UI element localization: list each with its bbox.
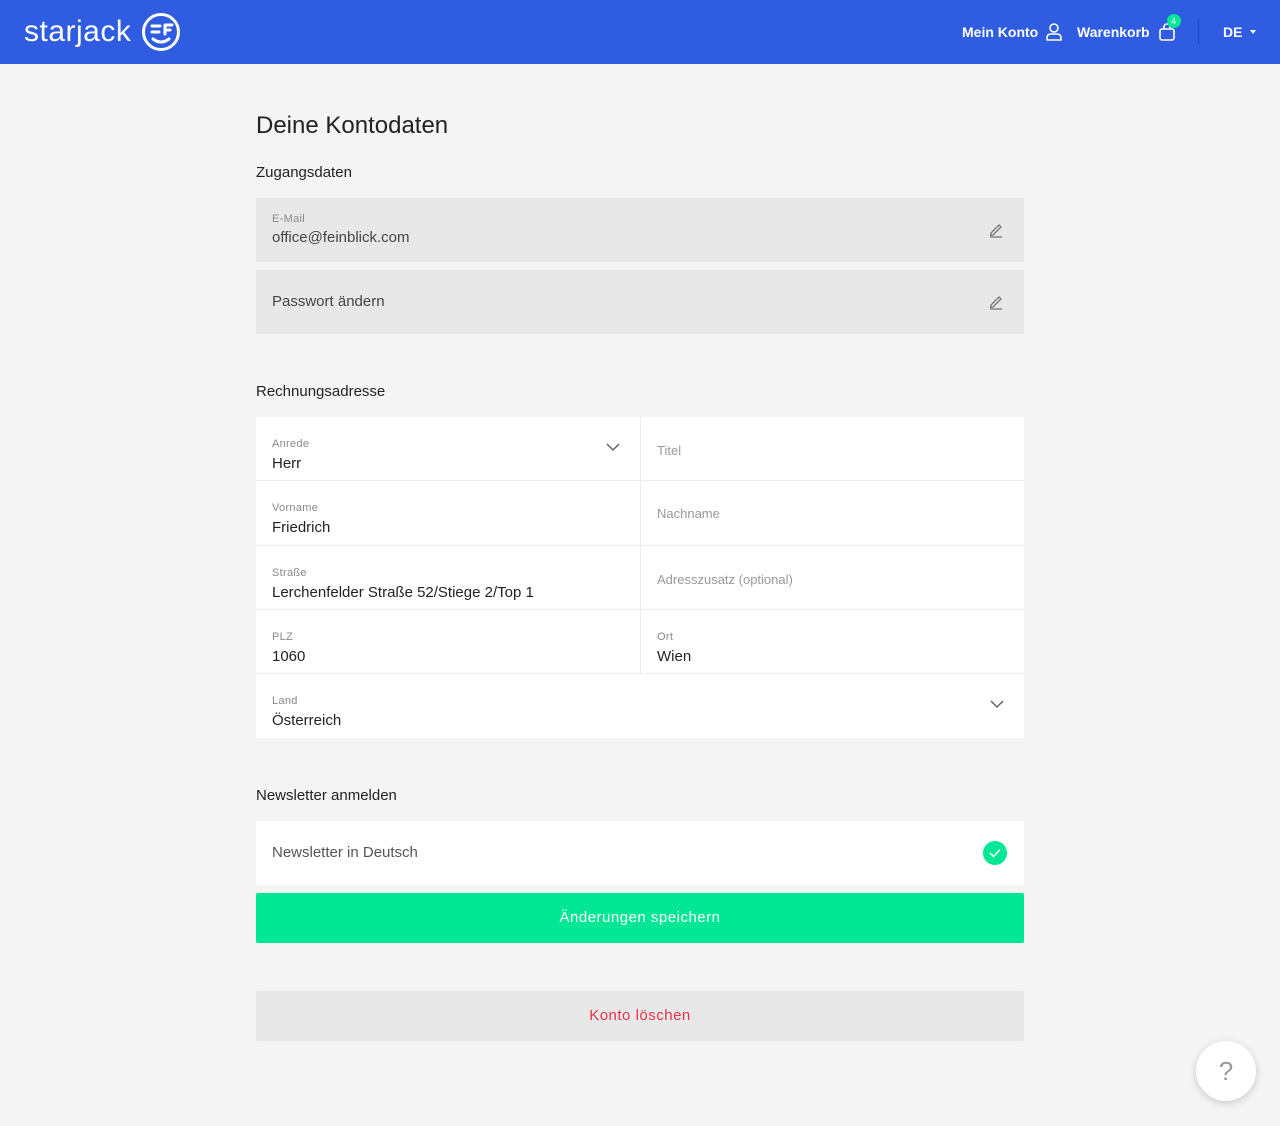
cart-count-badge: 4 [1166, 14, 1181, 28]
title-input[interactable]: Titel [641, 417, 1024, 481]
my-account-link[interactable]: Mein Konto [962, 0, 1063, 64]
access-section-title: Zugangsdaten [256, 164, 352, 181]
top-header: starjack Mein Konto Warenkorb 4 DE [0, 0, 1280, 64]
city-label: Ort [657, 631, 674, 643]
email-label: E-Mail [272, 213, 305, 225]
chevron-down-icon [990, 700, 1004, 709]
country-label: Land [272, 695, 298, 707]
firstname-value: Friedrich [272, 519, 331, 536]
newsletter-section-title: Newsletter anmelden [256, 787, 397, 804]
zip-label: PLZ [272, 631, 294, 643]
caret-down-icon [1250, 30, 1257, 34]
address-extra-placeholder: Adresszusatz (optional) [657, 572, 793, 587]
my-account-label: Mein Konto [962, 24, 1039, 40]
pencil-icon[interactable] [988, 222, 1004, 238]
title-placeholder: Titel [657, 443, 682, 458]
newsletter-checkbox-row[interactable]: Newsletter in Deutsch [256, 821, 1024, 885]
password-label: Passwort ändern [272, 293, 385, 310]
zip-value: 1060 [272, 648, 306, 665]
cart-label: Warenkorb [1077, 24, 1150, 40]
city-value: Wien [657, 648, 692, 665]
billing-address-box: Anrede Herr Titel Vorname Friedrich Nach… [256, 417, 1024, 738]
salutation-value: Herr [272, 455, 302, 472]
language-label: DE [1223, 24, 1243, 40]
street-label: Straße [272, 567, 307, 579]
logo-face-icon [142, 13, 181, 51]
street-value: Lerchenfelder Straße 52/Stiege 2/Top 1 [272, 584, 534, 601]
language-selector[interactable]: DE [1223, 0, 1257, 64]
newsletter-option-label: Newsletter in Deutsch [272, 844, 418, 861]
user-icon [1046, 23, 1063, 41]
firstname-input[interactable]: Vorname Friedrich [256, 481, 641, 546]
password-field[interactable]: Passwort ändern [256, 270, 1024, 334]
lastname-placeholder: Nachname [657, 506, 720, 521]
checkbox-checked-icon[interactable] [983, 841, 1007, 865]
cart-icon-wrap: 4 [1158, 14, 1181, 42]
chevron-down-icon [606, 443, 620, 452]
starjack-logo[interactable]: starjack [24, 10, 181, 54]
country-select[interactable]: Land Österreich [256, 674, 1024, 738]
street-input[interactable]: Straße Lerchenfelder Straße 52/Stiege 2/… [256, 546, 641, 610]
cart-link[interactable]: Warenkorb 4 [1077, 0, 1181, 64]
city-input[interactable]: Ort Wien [641, 610, 1024, 674]
firstname-label: Vorname [272, 502, 319, 514]
email-value: office@feinblick.com [272, 229, 410, 246]
salutation-select[interactable]: Anrede Herr [256, 417, 641, 481]
billing-section-title: Rechnungsadresse [256, 383, 386, 400]
header-divider [1198, 18, 1199, 44]
checkmark-icon [989, 848, 1001, 858]
logo-text: starjack [24, 15, 132, 48]
page-title: Deine Kontodaten [256, 112, 449, 139]
delete-account-button[interactable]: Konto löschen [256, 991, 1024, 1041]
salutation-label: Anrede [272, 438, 310, 450]
help-button[interactable]: ? [1196, 1041, 1256, 1101]
pencil-icon[interactable] [988, 294, 1004, 310]
email-field[interactable]: E-Mail office@feinblick.com [256, 198, 1024, 262]
address-extra-input[interactable]: Adresszusatz (optional) [641, 546, 1024, 610]
zip-input[interactable]: PLZ 1060 [256, 610, 641, 674]
lastname-input[interactable]: Nachname [641, 481, 1024, 546]
save-changes-button[interactable]: Änderungen speichern [256, 893, 1024, 943]
country-value: Österreich [272, 712, 342, 729]
